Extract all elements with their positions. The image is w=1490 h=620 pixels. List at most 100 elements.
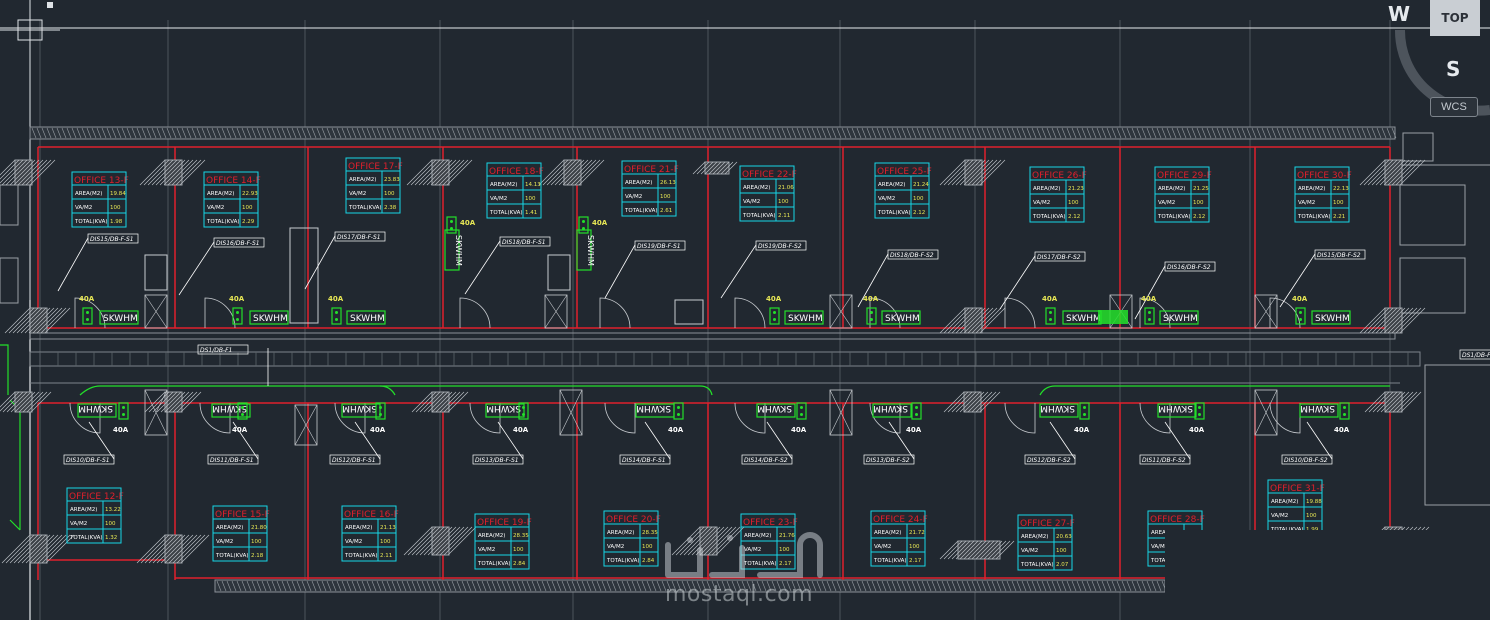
breaker-40a[interactable] xyxy=(769,307,780,325)
skwhm-heater-box[interactable]: SKWHM xyxy=(576,229,595,271)
office-table[interactable]: OFFICE 27-FAREA(M2) 20.63VA/M2 100TOTAL(KV… xyxy=(1017,514,1075,571)
office-row-value: 2.17 xyxy=(779,561,792,567)
office-table[interactable]: OFFICE 26-FAREA(M2) 21.23VA/M2 100TOTAL(KV… xyxy=(1029,166,1087,223)
office-table[interactable]: OFFICE 17-FAREA(M2) 23.83VA/M2 100TOTAL(KV… xyxy=(345,157,403,214)
circuit-tag[interactable]: DIS12/DB-F-S1 xyxy=(329,454,381,465)
hatched-column xyxy=(144,391,202,413)
circuit-tag[interactable]: DIS19/DB-F-S2 xyxy=(755,240,807,251)
office-table[interactable]: OFFICE 21-FAREA(M2) 26.13VA/M2 100TOTAL(KV… xyxy=(621,160,679,217)
office-table[interactable]: OFFICE 19-FAREA(M2) 28.35VA/M2 100TOTAL(KV… xyxy=(474,513,532,570)
office-table[interactable]: OFFICE 16-FAREA(M2) 21.13VA/M2 100TOTAL(KV… xyxy=(341,505,399,562)
skwhm-heater-box[interactable]: SKWHM xyxy=(1311,310,1351,325)
skwhm-heater-box[interactable]: SKWHM xyxy=(346,310,386,325)
skwhm-heater-box[interactable]: SKWHM xyxy=(77,403,117,418)
circuit-tag[interactable]: DIS17/DB-F-S2 xyxy=(1034,251,1086,262)
breaker-40a[interactable] xyxy=(82,307,93,325)
circuit-tag[interactable]: DIS15/DB-F-S1 xyxy=(87,233,139,244)
skwhm-heater-box[interactable]: SKWHM xyxy=(99,310,139,325)
office-table[interactable]: OFFICE 22-FAREA(M2) 21.06VA/M2 100TOTAL(KV… xyxy=(739,165,797,222)
rating-40a-label: 40A xyxy=(791,426,807,434)
skwhm-heater-box[interactable]: SKWHM xyxy=(881,310,921,325)
circuit-tag[interactable]: DIS18/DB-F-S1 xyxy=(499,236,551,247)
hatched-column xyxy=(406,159,473,186)
circuit-tag[interactable]: DIS10/DB-F-S1 xyxy=(63,454,115,465)
shaft-box xyxy=(547,254,571,291)
skwhm-heater-box[interactable]: SKWHM xyxy=(249,310,289,325)
skwhm-heater-box[interactable]: SKWHM xyxy=(756,403,796,418)
office-table[interactable]: OFFICE 29-FAREA(M2) 21.25VA/M2 100TOTAL(KV… xyxy=(1154,166,1212,223)
office-row-label: TOTAL(KVA) xyxy=(206,219,240,225)
skwhm-heater-box[interactable]: SKWHM xyxy=(444,229,463,271)
office-row-value: 2.21 xyxy=(1333,214,1345,220)
breaker-40a[interactable] xyxy=(118,402,129,420)
office-table[interactable]: OFFICE 13-FAREA(M2) 19.84VA/M2 100TOTAL(KV… xyxy=(71,171,129,228)
office-row-value: 1.32 xyxy=(105,535,117,541)
floor-plan-canvas[interactable]: OFFICE 13-FAREA(M2) 19.84VA/M2 100TOTAL(KV… xyxy=(0,0,1490,620)
skwhm-heater-box[interactable]: SKWHM xyxy=(872,403,912,418)
viewcube-south-label[interactable]: S xyxy=(1446,57,1460,81)
shaft-box xyxy=(829,294,853,329)
viewcube-top-face[interactable]: TOP xyxy=(1430,0,1480,36)
office-row-value: 21.13 xyxy=(380,525,396,531)
breaker-40a[interactable] xyxy=(866,307,877,325)
circuit-tag[interactable]: DIS14/DB-F-S2 xyxy=(741,454,793,465)
skwhm-heater-box[interactable]: SKWHM xyxy=(485,403,525,418)
office-table[interactable]: OFFICE 15-FAREA(M2) 21.80VA/M2 100TOTAL(KV… xyxy=(212,505,270,562)
office-table[interactable]: OFFICE 18-FAREA(M2) 14.13VA/M2 100TOTAL(KV… xyxy=(486,162,544,219)
office-table[interactable]: OFFICE 30-FAREA(M2) 22.13VA/M2 100TOTAL(KV… xyxy=(1294,166,1352,223)
viewcube-west-label[interactable]: W xyxy=(1388,2,1410,26)
circuit-tag[interactable]: DIS16/DB-F-S2 xyxy=(1164,261,1216,272)
breaker-40a[interactable] xyxy=(578,216,589,234)
circuit-tag[interactable]: DIS14/DB-F-S1 xyxy=(619,454,671,465)
circuit-tag[interactable]: DIS13/DB-F-S1 xyxy=(472,454,524,465)
circuit-tag[interactable]: DIS10/DB-F-S2 xyxy=(1281,454,1333,465)
office-row-label: VA/M2 xyxy=(744,547,761,553)
skwhm-heater-box[interactable]: SKWHM xyxy=(1299,403,1339,418)
left-service-core xyxy=(0,184,21,531)
office-table[interactable]: OFFICE 24-FAREA(M2) 21.72VA/M2 100TOTAL(KV… xyxy=(870,510,928,567)
circuit-tag[interactable]: DIS18/DB-F-S2 xyxy=(887,249,939,260)
breaker-40a[interactable] xyxy=(1045,307,1056,325)
skwhm-heater-box[interactable]: SKWHM xyxy=(1157,403,1197,418)
breaker-40a[interactable] xyxy=(796,402,807,420)
skwhm-heater-box[interactable]: SKWHM xyxy=(635,403,675,418)
circuit-tag-text: DS1/DB-F1 xyxy=(1462,352,1490,359)
office-row-value: 100 xyxy=(525,196,536,202)
highlighted-grip[interactable] xyxy=(1098,310,1128,324)
circuit-tag[interactable]: DIS15/DB-F-S2 xyxy=(1314,249,1366,260)
rating-40a-label: 40A xyxy=(513,426,529,434)
circuit-tag[interactable]: DIS16/DB-F-S1 xyxy=(213,237,265,248)
office-table[interactable]: OFFICE 23-FAREA(M2) 21.76VA/M2 100TOTAL(KV… xyxy=(740,513,798,570)
office-table[interactable]: OFFICE 20-FAREA(M2) 28.35VA/M2 100TOTAL(KV… xyxy=(603,510,661,567)
circuit-tag[interactable]: DIS17/DB-F-S1 xyxy=(334,231,386,242)
office-row-value: 100 xyxy=(1068,200,1079,206)
circuit-tag[interactable]: DIS11/DB-F-S1 xyxy=(207,454,259,465)
breaker-40a[interactable] xyxy=(1144,307,1155,325)
circuit-tag[interactable]: DIS12/DB-F-S2 xyxy=(1024,454,1076,465)
breaker-40a[interactable] xyxy=(673,402,684,420)
breaker-40a[interactable] xyxy=(1339,402,1350,420)
rating-40a-label: 40A xyxy=(370,426,386,434)
wcs-menu-button[interactable]: WCS xyxy=(1430,97,1478,117)
office-table[interactable]: OFFICE 31-FAREA(M2)19.88VA/M2100TOTAL(KV… xyxy=(1267,479,1325,536)
office-table[interactable]: OFFICE 25-FAREA(M2) 21.24VA/M2 100TOTAL(KV… xyxy=(874,162,932,219)
breaker-40a[interactable] xyxy=(911,402,922,420)
breaker-40a[interactable] xyxy=(446,216,457,234)
skwhm-heater-box[interactable]: SKWHM xyxy=(341,403,381,418)
office-row-value: 2.11 xyxy=(380,553,392,559)
skwhm-label: SKWHM xyxy=(788,314,823,324)
breaker-40a[interactable] xyxy=(1079,402,1090,420)
office-table[interactable]: OFFICE 12-FAREA(M2) 13.22VA/M2 100TOTAL(KV… xyxy=(66,487,124,544)
office-row-label: AREA(M2) xyxy=(874,530,901,536)
skwhm-heater-box[interactable]: SKWHM xyxy=(211,403,251,418)
skwhm-heater-box[interactable]: SKWHM xyxy=(784,310,824,325)
circuit-tag[interactable]: DIS19/DB-F-S1 xyxy=(634,240,686,251)
breaker-40a[interactable] xyxy=(331,307,342,325)
circuit-tag[interactable]: DIS11/DB-F-S2 xyxy=(1139,454,1191,465)
circuit-tag[interactable]: DS1/DB-F1 xyxy=(197,344,249,355)
circuit-tag[interactable]: DS1/DB-F1 xyxy=(1459,349,1490,360)
skwhm-heater-box[interactable]: SKWHM xyxy=(1039,403,1079,418)
office-table[interactable]: OFFICE 14-FAREA(M2) 22.93VA/M2 100TOTAL(KV… xyxy=(203,171,261,228)
skwhm-heater-box[interactable]: SKWHM xyxy=(1062,310,1102,325)
circuit-tag[interactable]: DIS13/DB-F-S2 xyxy=(863,454,915,465)
